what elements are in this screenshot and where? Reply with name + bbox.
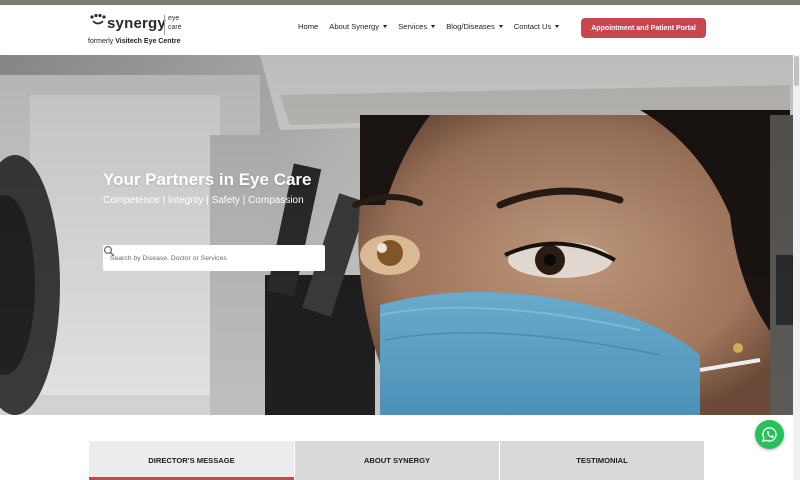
tab-label: DIRECTOR'S MESSAGE [148,456,235,465]
nav-about-synergy[interactable]: About Synergy [329,22,388,31]
nav-blog-label: Blog/Diseases [446,22,495,31]
scrollbar-thumb[interactable] [794,56,799,86]
info-tabs: DIRECTOR'S MESSAGE ABOUT SYNERGY TESTIMO… [89,441,705,480]
chevron-down-icon [498,25,503,28]
main-nav: Home About Synergy Services Blog/Disease… [298,22,570,31]
synergy-logo-icon [90,14,106,25]
hero-search [103,245,325,271]
chevron-down-icon [383,25,388,28]
hero-subtitle: Competence | Integrity | Safety | Compas… [103,195,304,206]
nav-home-label: Home [298,22,319,31]
nav-home[interactable]: Home [298,22,318,31]
search-input[interactable] [103,245,299,271]
brand-tagline: eye care [168,14,182,32]
nav-blog-diseases[interactable]: Blog/Diseases [446,22,503,31]
brand-tagline-line2: care [168,24,182,31]
site-header: synergy eye care formerly Visitech Eye C… [0,5,800,55]
nav-contact-label: Contact Us [513,22,552,31]
nav-contact-us[interactable]: Contact Us [514,22,560,31]
nav-services[interactable]: Services [398,22,436,31]
whatsapp-icon [762,427,777,443]
chevron-down-icon [555,25,560,28]
tab-label: TESTIMONIAL [576,456,628,465]
whatsapp-button[interactable] [755,420,784,449]
formerly-note: formerly Visitech Eye Centre [88,38,180,45]
tab-label: ABOUT SYNERGY [363,456,431,465]
tab-testimonial[interactable]: TESTIMONIAL [499,441,704,480]
nav-about-label: About Synergy [329,22,380,31]
logo-divider [164,15,165,35]
page-scrollbar[interactable] [793,55,800,480]
formerly-name: Visitech Eye Centre [115,38,181,45]
tab-directors-message[interactable]: DIRECTOR'S MESSAGE [89,441,294,480]
brand-name: synergy [107,15,166,32]
chevron-down-icon [431,25,436,28]
hero-title: Your Partners in Eye Care [103,170,312,189]
brand-logo[interactable]: synergy eye care formerly Visitech Eye C… [88,9,198,53]
hero-background-image [0,55,800,415]
hero-banner: Your Partners in Eye Care Competence | I… [0,55,800,415]
nav-services-label: Services [398,22,428,31]
brand-tagline-line1: eye [168,15,180,22]
formerly-prefix: formerly [88,38,114,45]
appointment-portal-button[interactable]: Appointment and Patient Portal [581,18,706,38]
search-icon[interactable] [103,245,115,257]
tab-about-synergy[interactable]: ABOUT SYNERGY [294,441,499,480]
